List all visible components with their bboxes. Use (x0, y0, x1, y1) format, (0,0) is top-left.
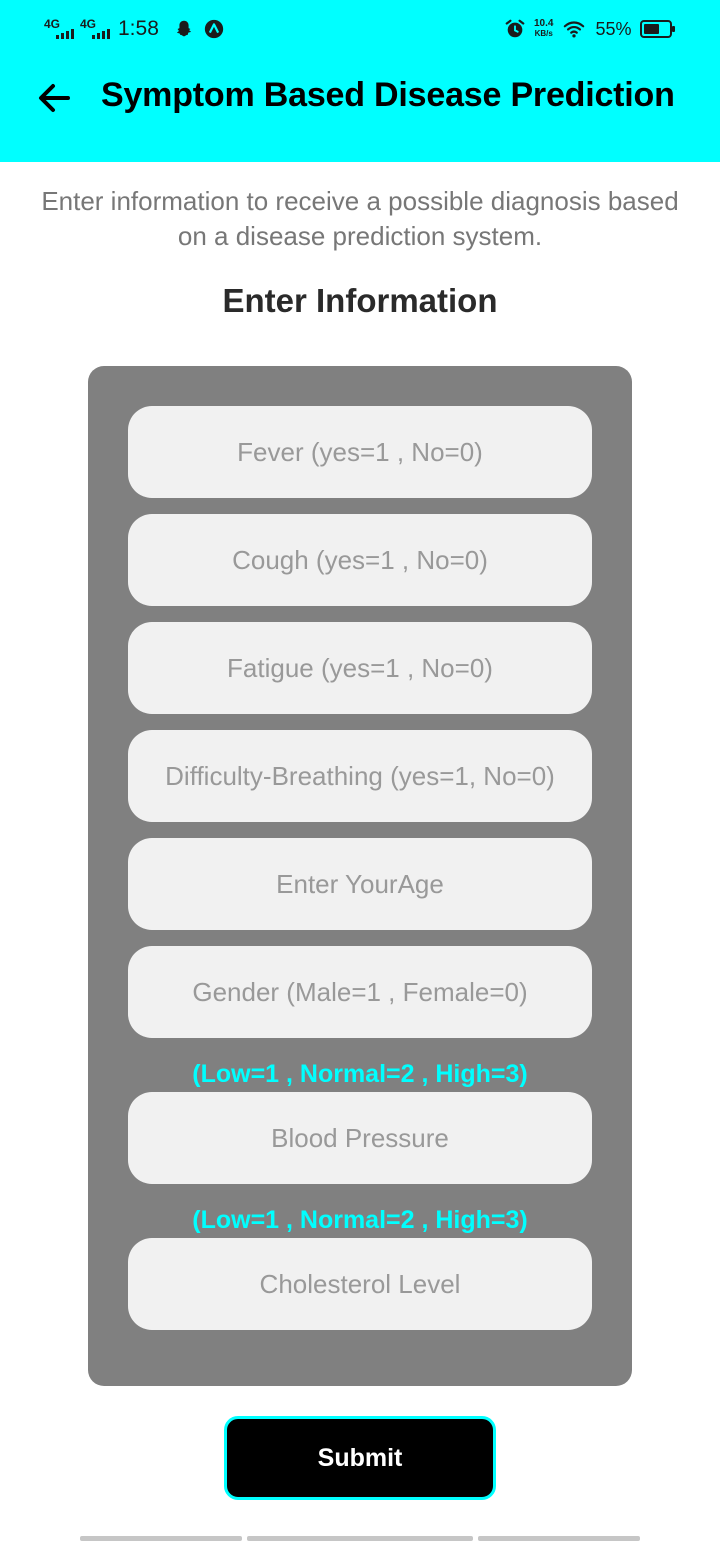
battery-percent: 55% (595, 18, 632, 39)
signal-icon: 4G (80, 17, 114, 41)
alarm-icon (505, 19, 525, 38)
snapchat-icon (176, 20, 191, 37)
difficulty-breathing-input[interactable] (128, 730, 592, 822)
network-indicators: 4G 4G 1:58 (44, 0, 225, 58)
gender-input[interactable] (128, 946, 592, 1038)
section-title: Enter Information (222, 282, 498, 319)
fatigue-input[interactable] (128, 622, 592, 714)
battery-icon (639, 20, 675, 38)
status-right: 10.4 KB/s 55% (504, 0, 676, 58)
nav-indicator-right (478, 1536, 640, 1541)
arrow-left-icon[interactable] (34, 78, 74, 118)
page-title: Symptom Based Disease Prediction (101, 76, 675, 114)
intro-text: Enter information to receive a possible … (41, 186, 679, 251)
nav-indicator-left (80, 1536, 242, 1541)
status-bar: 4G 4G 1:58 10.4 KB/s 55% (0, 0, 720, 58)
app-notification-icon (204, 19, 224, 39)
cholesterol-input[interactable] (128, 1238, 592, 1330)
cough-input[interactable] (128, 514, 592, 606)
toolbar: Symptom Based Disease Prediction (0, 58, 720, 138)
cholesterol-hint: (Low=1 , Normal=2 , High=3) (192, 1206, 528, 1234)
wifi-icon (564, 21, 585, 38)
submit-button[interactable]: Submit (224, 1416, 496, 1500)
signal-icon: 4G (44, 17, 78, 41)
network-speed: 10.4 KB/s (534, 18, 554, 39)
clock: 1:58 (118, 17, 159, 40)
nav-indicator-center (247, 1536, 473, 1541)
blood-pressure-input[interactable] (128, 1092, 592, 1184)
fever-input[interactable] (128, 406, 592, 498)
blood-pressure-hint: (Low=1 , Normal=2 , High=3) (192, 1060, 528, 1088)
age-input[interactable] (128, 838, 592, 930)
form-card: (Low=1 , Normal=2 , High=3) (Low=1 , Nor… (88, 366, 632, 1386)
